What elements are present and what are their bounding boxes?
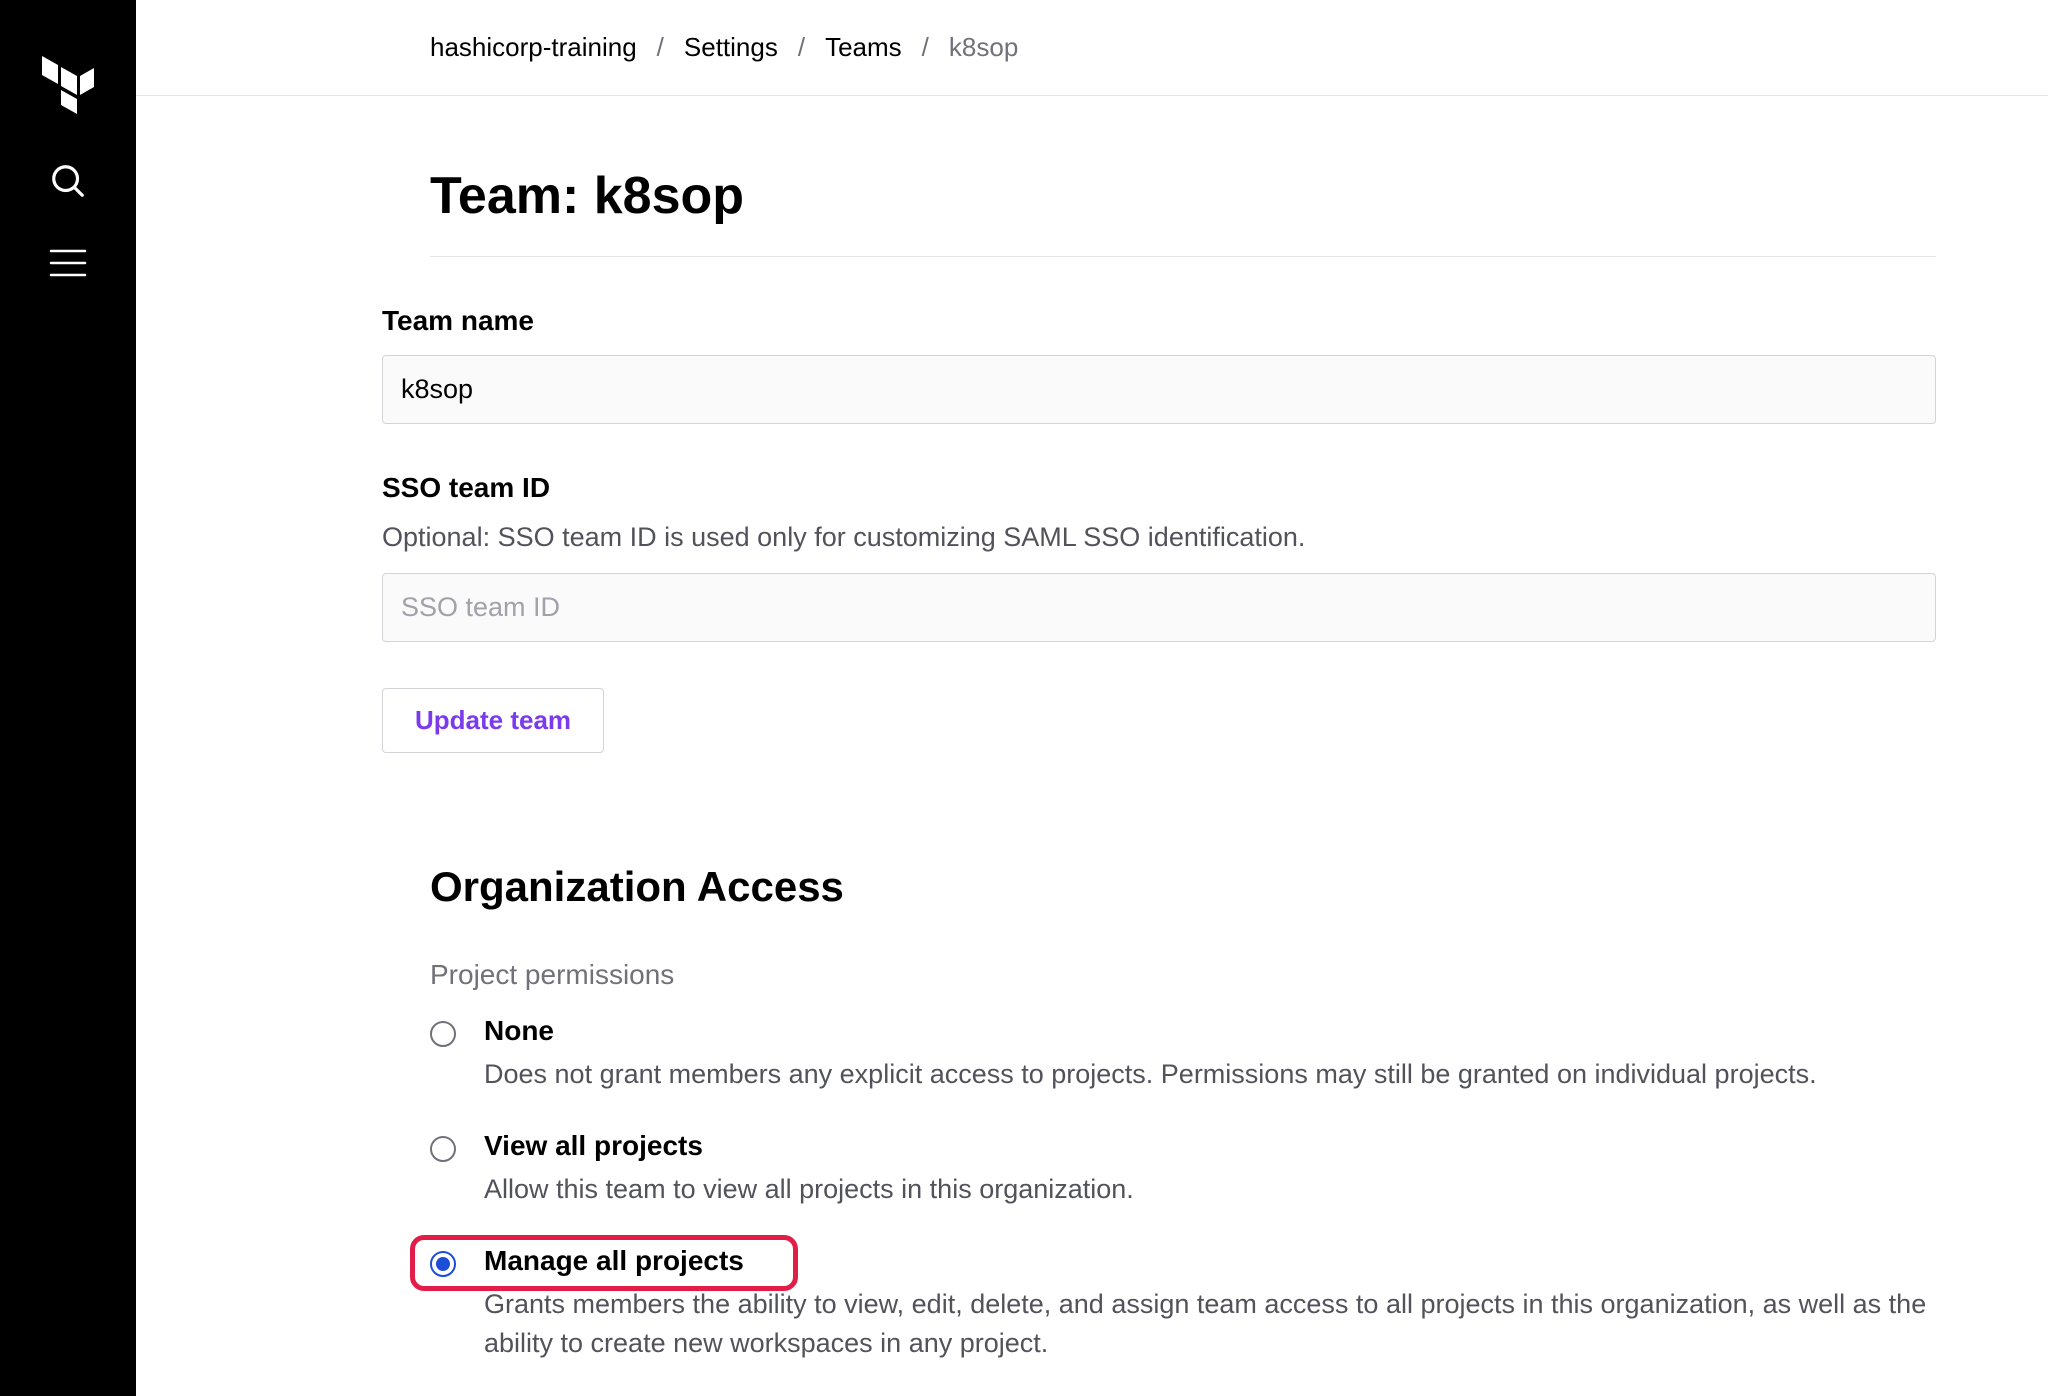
menu-icon[interactable]: [49, 248, 87, 278]
breadcrumb-separator: /: [922, 32, 929, 63]
org-access-heading: Organization Access: [430, 863, 1936, 911]
search-icon[interactable]: [49, 162, 87, 200]
sidebar: [0, 0, 136, 1396]
breadcrumb-org[interactable]: hashicorp-training: [430, 32, 637, 63]
page-title: Team: k8sop: [430, 166, 1936, 257]
radio-manage-all[interactable]: [430, 1251, 456, 1277]
radio-option-view-all[interactable]: View all projects Allow this team to vie…: [430, 1130, 1936, 1209]
radio-view-all-title: View all projects: [484, 1130, 1936, 1162]
radio-option-none[interactable]: None Does not grant members any explicit…: [430, 1015, 1936, 1094]
breadcrumb: hashicorp-training / Settings / Teams / …: [136, 0, 2048, 96]
sso-team-id-label: SSO team ID: [382, 472, 1936, 504]
breadcrumb-teams[interactable]: Teams: [825, 32, 902, 63]
radio-none[interactable]: [430, 1021, 456, 1047]
radio-manage-all-title: Manage all projects: [484, 1245, 1936, 1277]
update-team-button[interactable]: Update team: [382, 688, 604, 753]
project-permissions-subheading: Project permissions: [430, 959, 1936, 991]
radio-none-desc: Does not grant members any explicit acce…: [484, 1055, 1936, 1094]
radio-manage-all-desc: Grants members the ability to view, edit…: [484, 1285, 1936, 1363]
terraform-logo-icon[interactable]: [42, 56, 94, 114]
sso-team-id-help: Optional: SSO team ID is used only for c…: [382, 522, 1936, 553]
breadcrumb-current: k8sop: [949, 32, 1018, 63]
breadcrumb-separator: /: [798, 32, 805, 63]
radio-none-title: None: [484, 1015, 1936, 1047]
radio-view-all[interactable]: [430, 1136, 456, 1162]
sso-team-id-input[interactable]: [382, 573, 1936, 642]
breadcrumb-separator: /: [657, 32, 664, 63]
team-name-label: Team name: [382, 305, 1936, 337]
team-name-input[interactable]: [382, 355, 1936, 424]
main-content: hashicorp-training / Settings / Teams / …: [136, 0, 2048, 1396]
radio-option-manage-all[interactable]: Manage all projects Grants members the a…: [430, 1245, 1936, 1363]
breadcrumb-settings[interactable]: Settings: [684, 32, 778, 63]
radio-view-all-desc: Allow this team to view all projects in …: [484, 1170, 1936, 1209]
